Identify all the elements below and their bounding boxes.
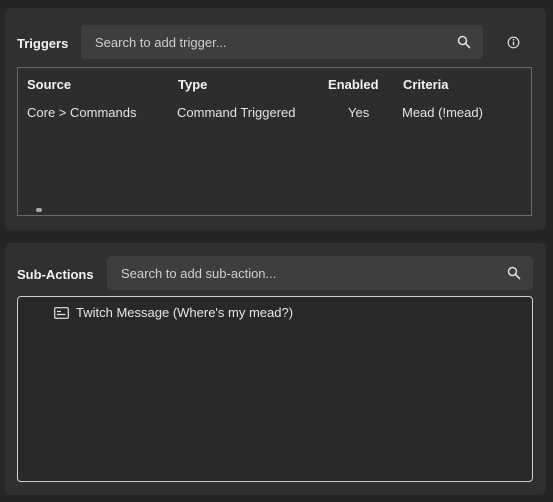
message-box-icon xyxy=(54,306,69,319)
search-icon[interactable] xyxy=(507,266,521,280)
sub-action-label: Twitch Message (Where's my mead?) xyxy=(76,305,294,320)
search-icon[interactable] xyxy=(457,35,471,49)
row-source: Core > Commands xyxy=(27,105,137,120)
column-header-criteria[interactable]: Criteria xyxy=(403,77,449,92)
trigger-search-input[interactable] xyxy=(93,33,483,51)
column-header-type[interactable]: Type xyxy=(178,77,207,92)
sub-action-search-box[interactable] xyxy=(107,256,533,290)
triggers-title: Triggers xyxy=(17,36,69,51)
row-enabled: Yes xyxy=(348,105,370,120)
list-item[interactable]: Twitch Message (Where's my mead?) xyxy=(54,305,293,320)
row-criteria: Mead (!mead) xyxy=(402,105,483,120)
triggers-table: Source Type Enabled Criteria Core > Comm… xyxy=(17,67,532,216)
info-button[interactable] xyxy=(499,28,527,56)
sub-actions-list: Twitch Message (Where's my mead?) xyxy=(17,296,533,482)
column-header-source[interactable]: Source xyxy=(27,77,71,92)
column-header-enabled[interactable]: Enabled xyxy=(328,77,379,92)
trigger-search-box[interactable] xyxy=(81,25,483,59)
sub-action-search-input[interactable] xyxy=(119,264,533,282)
sub-actions-title: Sub-Actions xyxy=(17,267,94,282)
scroll-indicator[interactable] xyxy=(36,208,42,212)
triggers-panel: Triggers Source Type Enabled Criteria Co… xyxy=(5,8,546,230)
info-icon xyxy=(507,36,519,48)
sub-actions-panel: Sub-Actions Twitch Message (Where's my m… xyxy=(5,243,546,495)
row-type: Command Triggered xyxy=(177,105,296,120)
